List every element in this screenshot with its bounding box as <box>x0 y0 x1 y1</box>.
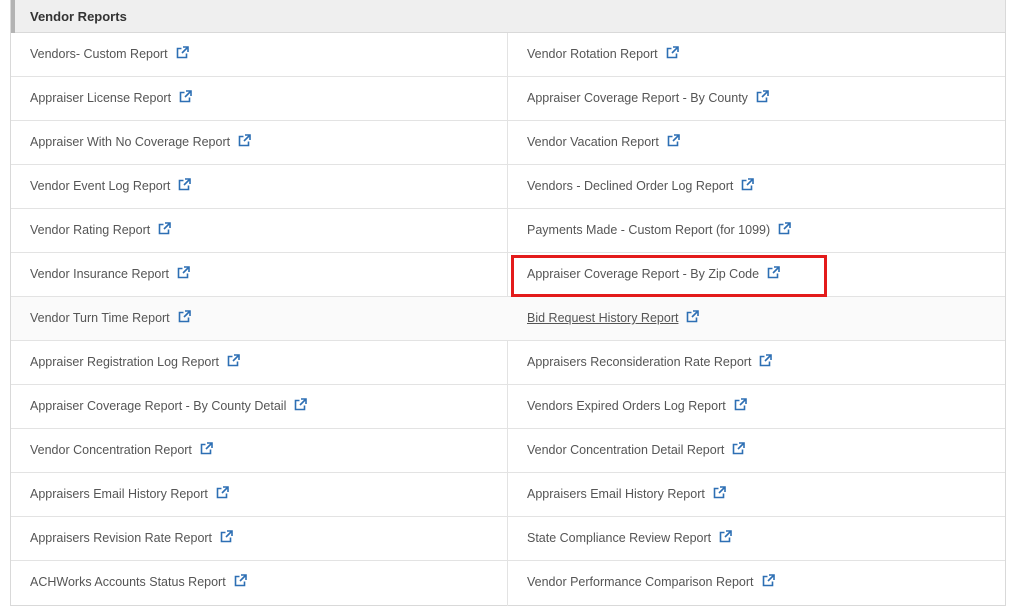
report-item-left: Appraiser With No Coverage Report <box>30 121 251 164</box>
report-row: Vendors- Custom Report Vendor Rotation Re… <box>11 33 1005 77</box>
report-link[interactable]: Appraiser Coverage Report - By Zip Code <box>527 267 759 281</box>
section-title: Vendor Reports <box>30 9 127 24</box>
report-row: Appraiser Coverage Report - By County De… <box>11 385 1005 429</box>
report-link[interactable]: Bid Request History Report <box>527 311 678 325</box>
report-link[interactable]: Vendor Turn Time Report <box>30 311 170 325</box>
report-link[interactable]: Payments Made - Custom Report (for 1099) <box>527 223 770 237</box>
report-link[interactable]: Vendor Concentration Report <box>30 443 192 457</box>
report-link[interactable]: Vendors Expired Orders Log Report <box>527 399 726 413</box>
report-link[interactable]: Appraiser Coverage Report - By County <box>527 91 748 105</box>
external-link-icon[interactable] <box>759 354 773 367</box>
report-item-right: Appraisers Email History Report <box>527 473 726 516</box>
report-link[interactable]: Vendor Vacation Report <box>527 135 659 149</box>
external-link-icon[interactable] <box>238 134 251 147</box>
report-link[interactable]: Vendors- Custom Report <box>30 47 168 61</box>
external-link-icon[interactable] <box>216 486 229 499</box>
report-row: Vendor Rating Report Payments Made - Cust… <box>11 209 1005 253</box>
report-link[interactable]: Appraiser With No Coverage Report <box>30 135 230 149</box>
report-link[interactable]: Appraiser Registration Log Report <box>30 355 219 369</box>
report-item-right: State Compliance Review Report <box>527 517 732 560</box>
report-item-left: Appraiser Registration Log Report <box>30 341 240 384</box>
external-link-icon[interactable] <box>178 178 192 191</box>
report-item-right: Payments Made - Custom Report (for 1099) <box>527 209 791 252</box>
section-accent-bar <box>11 0 15 33</box>
external-link-icon[interactable] <box>778 222 791 235</box>
report-item-left: Vendor Concentration Report <box>30 429 213 472</box>
external-link-icon[interactable] <box>734 398 747 411</box>
report-item-right: Appraisers Reconsideration Rate Report <box>527 341 773 384</box>
report-row: Appraiser License Report Appraiser Covera… <box>11 77 1005 121</box>
report-row: Appraiser Registration Log Report Apprais… <box>11 341 1005 385</box>
external-link-icon[interactable] <box>177 266 190 279</box>
report-link[interactable]: Vendor Event Log Report <box>30 179 170 193</box>
report-link[interactable]: Vendor Rating Report <box>30 223 150 237</box>
external-link-icon[interactable] <box>719 530 732 543</box>
external-link-icon[interactable] <box>179 90 192 103</box>
report-link[interactable]: Appraisers Email History Report <box>30 487 208 501</box>
external-link-icon[interactable] <box>686 310 700 323</box>
report-item-left: Vendor Turn Time Report <box>30 297 191 340</box>
report-item-right: Vendor Vacation Report <box>527 121 680 164</box>
report-item-right: Vendor Concentration Detail Report <box>527 429 746 472</box>
report-item-right: Appraiser Coverage Report - By County <box>527 77 769 120</box>
report-row: Appraisers Email History Report Appraiser… <box>11 473 1005 517</box>
report-item-left: Appraiser License Report <box>30 77 192 120</box>
vendor-reports-panel: Vendor Reports Vendors- Custom Report Ven… <box>10 0 1006 606</box>
external-link-icon[interactable] <box>666 46 679 59</box>
report-row: ACHWorks Accounts Status Report Vendor Pe… <box>11 561 1005 605</box>
external-link-icon[interactable] <box>762 574 775 587</box>
report-row: Vendor Event Log Report Vendors - Decline… <box>11 165 1005 209</box>
external-link-icon[interactable] <box>294 398 308 411</box>
report-row: Appraiser With No Coverage Report Vendor … <box>11 121 1005 165</box>
report-item-right: Appraiser Coverage Report - By Zip Code <box>527 253 780 296</box>
external-link-icon[interactable] <box>234 574 247 587</box>
external-link-icon[interactable] <box>220 530 233 543</box>
report-item-left: Appraisers Email History Report <box>30 473 229 516</box>
report-item-right: Vendor Performance Comparison Report <box>527 561 775 604</box>
report-link[interactable]: Vendor Rotation Report <box>527 47 658 61</box>
external-link-icon[interactable] <box>158 222 172 235</box>
section-header: Vendor Reports <box>11 0 1005 33</box>
report-link[interactable]: ACHWorks Accounts Status Report <box>30 575 226 589</box>
external-link-icon[interactable] <box>767 266 780 279</box>
report-item-right: Vendor Rotation Report <box>527 33 679 76</box>
report-row: Vendor Insurance Report Appraiser Coverag… <box>11 253 1005 297</box>
external-link-icon[interactable] <box>667 134 680 147</box>
report-item-left: Appraiser Coverage Report - By County De… <box>30 385 308 428</box>
report-link[interactable]: Vendor Concentration Detail Report <box>527 443 724 457</box>
report-row: Vendor Turn Time Report Bid Request Histo… <box>11 297 1005 341</box>
report-link[interactable]: Vendor Performance Comparison Report <box>527 575 754 589</box>
report-item-left: Appraisers Revision Rate Report <box>30 517 233 560</box>
report-link[interactable]: Vendors - Declined Order Log Report <box>527 179 733 193</box>
report-link[interactable]: Appraisers Revision Rate Report <box>30 531 212 545</box>
report-link[interactable]: Appraisers Reconsideration Rate Report <box>527 355 751 369</box>
external-link-icon[interactable] <box>176 46 189 59</box>
report-item-left: Vendors- Custom Report <box>30 33 189 76</box>
report-link[interactable]: Appraisers Email History Report <box>527 487 705 501</box>
external-link-icon[interactable] <box>732 442 746 455</box>
report-link[interactable]: Appraiser Coverage Report - By County De… <box>30 399 286 413</box>
report-item-left: ACHWorks Accounts Status Report <box>30 561 247 604</box>
external-link-icon[interactable] <box>741 178 755 191</box>
external-link-icon[interactable] <box>756 90 769 103</box>
report-item-left: Vendor Insurance Report <box>30 253 190 296</box>
report-link[interactable]: Vendor Insurance Report <box>30 267 169 281</box>
report-item-right: Vendors Expired Orders Log Report <box>527 385 747 428</box>
report-link[interactable]: Appraiser License Report <box>30 91 171 105</box>
external-link-icon[interactable] <box>178 310 191 323</box>
report-row: Vendor Concentration Report Vendor Concen… <box>11 429 1005 473</box>
external-link-icon[interactable] <box>713 486 726 499</box>
report-row: Appraisers Revision Rate Report State Com… <box>11 517 1005 561</box>
external-link-icon[interactable] <box>200 442 213 455</box>
report-item-right: Vendors - Declined Order Log Report <box>527 165 755 208</box>
external-link-icon[interactable] <box>227 354 240 367</box>
report-item-right: Bid Request History Report <box>527 297 700 340</box>
report-item-left: Vendor Event Log Report <box>30 165 192 208</box>
report-link[interactable]: State Compliance Review Report <box>527 531 711 545</box>
report-item-left: Vendor Rating Report <box>30 209 172 252</box>
